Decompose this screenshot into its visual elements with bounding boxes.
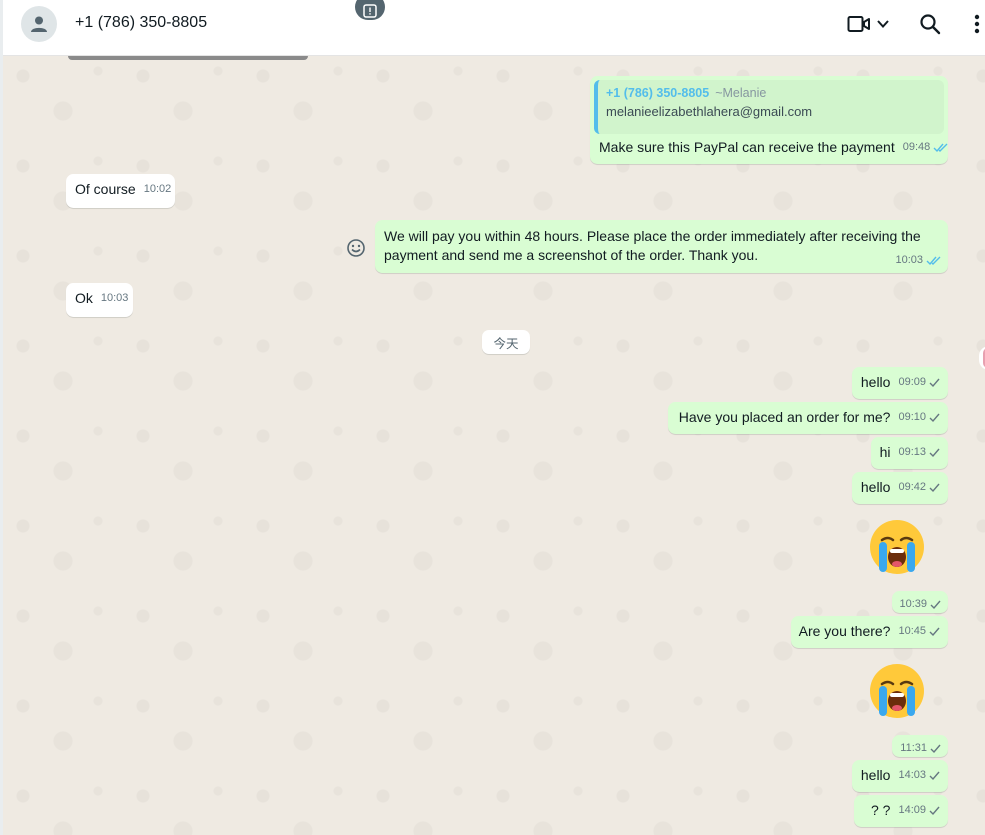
- loudly-crying-face-icon: [870, 520, 924, 574]
- sent-check-icon: [930, 744, 941, 754]
- message-text: Of course: [75, 181, 136, 197]
- search-icon: [920, 14, 941, 35]
- message-time: 09:09: [898, 376, 926, 388]
- message-time: 09:48: [902, 141, 931, 153]
- message-bubble-outgoing[interactable]: ? ? 14:09: [854, 795, 948, 827]
- emoji-message[interactable]: [869, 519, 925, 580]
- message-bubble-outgoing[interactable]: hello 09:42: [852, 472, 948, 504]
- message-text: Make sure this PayPal can receive the pa…: [599, 139, 895, 155]
- sent-check-icon: [929, 771, 940, 781]
- message-alert-icon: [363, 4, 377, 18]
- message-bubble-incoming[interactable]: Of course 10:02: [66, 174, 175, 208]
- contact-name[interactable]: +1 (786) 350-8805: [75, 14, 207, 32]
- message-time: 09:13: [898, 446, 926, 458]
- message-list[interactable]: +1 (786) 350-8805 ~Melanie melanieelizabe…: [3, 56, 985, 835]
- message-bubble-outgoing[interactable]: hi 09:13: [871, 437, 948, 469]
- message-text: hi: [879, 444, 891, 460]
- message-bubble-outgoing[interactable]: +1 (786) 350-8805 ~Melanie melanieelizabe…: [590, 76, 948, 164]
- message-bubble-outgoing[interactable]: Have you placed an order for me? 09:10: [668, 402, 948, 434]
- emoji-message[interactable]: [869, 663, 925, 724]
- previous-message-edge: [68, 56, 308, 60]
- video-call-button[interactable]: [847, 12, 891, 36]
- message-text: ? ?: [871, 802, 891, 818]
- sent-check-icon: [930, 600, 941, 610]
- quoted-contact-card[interactable]: +1 (786) 350-8805 ~Melanie melanieelizabe…: [594, 80, 944, 134]
- message-text: Are you there?: [798, 623, 891, 639]
- sent-check-icon: [929, 448, 940, 458]
- message-text: We will pay you within 48 hours. Please …: [384, 228, 921, 263]
- message-time: 11:31: [900, 742, 927, 754]
- quoted-text: melanieelizabethlahera@gmail.com: [606, 104, 813, 119]
- message-time: 10:02: [143, 183, 172, 195]
- sent-check-icon: [929, 627, 940, 637]
- message-time: 14:03: [898, 769, 926, 781]
- chat-header: +1 (786) 350-8805: [3, 0, 985, 56]
- message-text: hello: [860, 479, 891, 495]
- search-button[interactable]: [919, 12, 941, 36]
- message-time: 10:03: [100, 292, 129, 304]
- sent-check-icon: [929, 483, 940, 493]
- more-options-icon: [974, 14, 980, 34]
- floating-notice-badge[interactable]: [355, 0, 385, 20]
- message-time: 09:10: [898, 411, 926, 423]
- message-text: hello: [860, 767, 891, 783]
- sent-check-icon: [929, 806, 940, 816]
- message-time: 10:45: [898, 625, 926, 637]
- video-call-icon: [847, 16, 870, 32]
- quoted-name: ~Melanie: [715, 86, 767, 100]
- message-text: Have you placed an order for me?: [678, 409, 891, 425]
- contact-avatar[interactable]: [21, 6, 57, 42]
- react-button[interactable]: [344, 236, 368, 260]
- message-bubble-outgoing[interactable]: 11:31: [892, 735, 948, 757]
- read-receipt-icon: [926, 256, 941, 266]
- message-bubble-outgoing[interactable]: Are you there? 10:45: [791, 616, 948, 648]
- read-receipt-icon: [933, 143, 948, 153]
- more-options-button[interactable]: [973, 12, 981, 36]
- scroll-edge-indicator[interactable]: [979, 346, 985, 370]
- message-time: 10:03: [895, 254, 923, 266]
- avatar-person-icon: [31, 16, 47, 32]
- message-text: hello: [860, 374, 891, 390]
- date-separator: 今天: [482, 330, 530, 354]
- message-bubble-outgoing[interactable]: hello 14:03: [852, 760, 948, 792]
- chevron-down-icon: [877, 20, 889, 28]
- message-text: Ok: [75, 290, 93, 306]
- message-bubble-outgoing[interactable]: hello 09:09: [852, 367, 948, 399]
- message-bubble-outgoing[interactable]: 10:39: [892, 591, 948, 613]
- sent-check-icon: [929, 378, 940, 388]
- sent-check-icon: [929, 413, 940, 423]
- message-time: 09:42: [898, 481, 926, 493]
- loudly-crying-face-icon: [870, 664, 924, 718]
- message-time: 14:09: [898, 804, 926, 816]
- message-bubble-outgoing[interactable]: We will pay you within 48 hours. Please …: [375, 220, 948, 273]
- whatsapp-chat-window: +1 (786) 350-8805 +1 (786) 350-8805 ~Mel…: [0, 0, 985, 835]
- smiley-icon: [347, 239, 365, 257]
- quoted-phone: +1 (786) 350-8805: [606, 86, 710, 100]
- message-bubble-incoming[interactable]: Ok 10:03: [66, 283, 133, 317]
- message-time: 10:39: [899, 598, 927, 610]
